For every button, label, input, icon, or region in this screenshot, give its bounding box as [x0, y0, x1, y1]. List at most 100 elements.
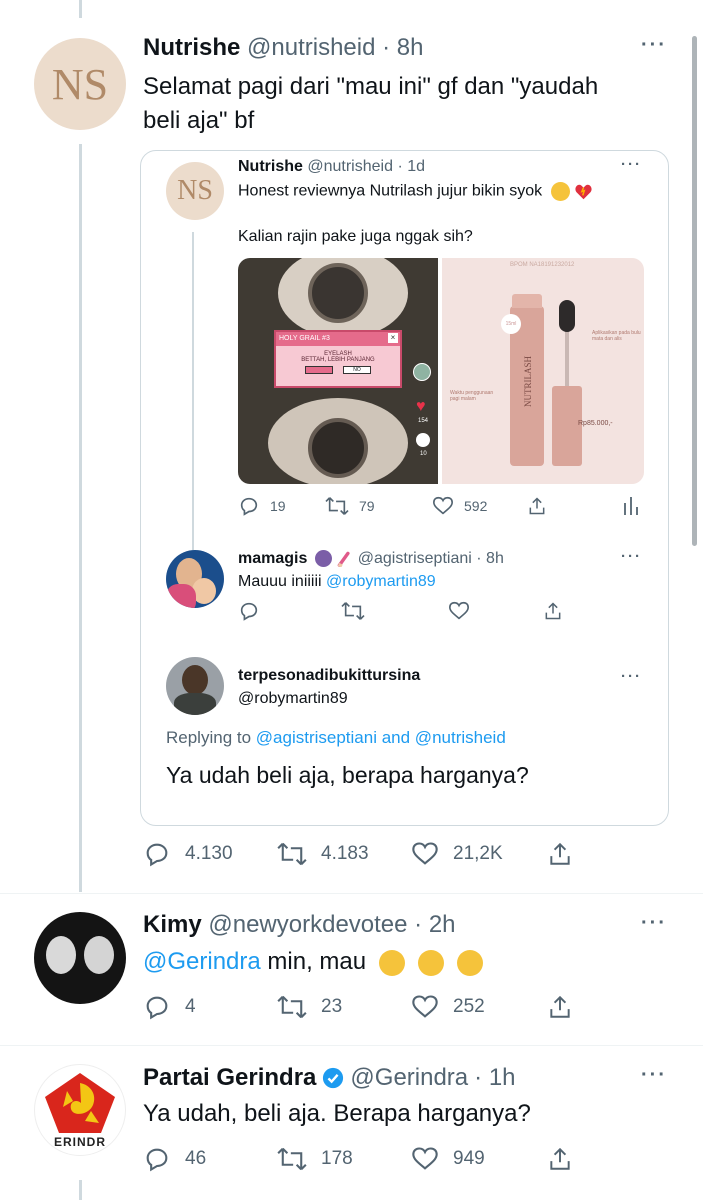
- author-name[interactable]: mamagis: [238, 550, 307, 567]
- like-count: 21,2K: [453, 843, 503, 864]
- quote-action-bar: 19 79 592: [238, 495, 644, 517]
- verified-badge-icon: [322, 1067, 344, 1089]
- author-name[interactable]: terpesonadibukittursina: [238, 667, 420, 685]
- avatar[interactable]: NS: [34, 38, 126, 130]
- more-icon[interactable]: ···: [641, 34, 667, 57]
- logo-text: ERINDR: [53, 1135, 106, 1149]
- like-button[interactable]: 252: [411, 993, 547, 1021]
- reply-count: 4: [185, 996, 196, 1017]
- tweet-time[interactable]: · 1d: [397, 158, 425, 175]
- nail-polish-emoji: [336, 550, 353, 568]
- retweet-icon: [341, 602, 365, 620]
- reply-button[interactable]: 19: [238, 495, 325, 517]
- share-button[interactable]: [547, 1145, 573, 1173]
- tweet-text: Selamat pagi dari "mau ini" gf dan "yaud…: [143, 70, 598, 138]
- author-handle[interactable]: @agistriseptiani: [358, 550, 472, 567]
- author-name[interactable]: Kimy: [143, 911, 202, 938]
- eye-iris: [308, 263, 368, 323]
- avatar-face: [182, 665, 208, 695]
- avatar[interactable]: [166, 657, 224, 715]
- author-handle[interactable]: @nutrisheid: [307, 158, 393, 175]
- avatar[interactable]: NS: [166, 162, 224, 220]
- divider: [0, 1045, 703, 1046]
- thread-line: [79, 0, 82, 18]
- more-icon[interactable]: ···: [641, 1064, 667, 1087]
- like-button[interactable]: 949: [411, 1145, 547, 1173]
- tweet-time[interactable]: · 2h: [414, 911, 455, 938]
- mention-link[interactable]: @Gerindra: [143, 948, 261, 975]
- reply-icon: [240, 602, 258, 621]
- share-icon: [550, 1147, 570, 1170]
- mascara-cap-top: [512, 294, 542, 308]
- smiling-face-emoji: [379, 949, 406, 976]
- retweet-button[interactable]: 178: [277, 1145, 411, 1173]
- quote-text-line: Honest reviewnya Nutrilash jujur bikin s…: [238, 182, 543, 200]
- side-count: 154: [418, 418, 429, 424]
- tweet-time[interactable]: · 8h: [476, 550, 504, 567]
- more-icon[interactable]: ···: [621, 668, 642, 685]
- avatar[interactable]: [166, 550, 224, 608]
- like-button[interactable]: 592: [432, 495, 527, 517]
- note-text: Aplikasikan pada bulu mata dan alis: [592, 330, 641, 342]
- dialog-text: BETTAH, LEBIH PANJANG: [301, 357, 375, 363]
- garuda-logo-icon: [43, 1071, 117, 1135]
- retweet-button[interactable]: 23: [277, 993, 411, 1021]
- retweet-count: 23: [321, 996, 343, 1017]
- tweet-time[interactable]: · 1h: [474, 1064, 515, 1092]
- reply-button[interactable]: [238, 600, 341, 622]
- replying-to-links[interactable]: @agistriseptiani and @nutrisheid: [256, 728, 506, 747]
- tweet-text: Ya udah, beli aja. Berapa harganya?: [143, 1100, 531, 1127]
- avatar[interactable]: [34, 912, 126, 1004]
- quote-header: Nutrishe @nutrisheid · 1d: [238, 158, 425, 176]
- media-image-left[interactable]: HOLY GRAIL #3 × EYELASH BETTAH, LEBIH PA…: [238, 258, 438, 484]
- tweet-header: Nutrishe @nutrisheid · 8h: [143, 34, 424, 62]
- mention-link[interactable]: @robymartin89: [326, 573, 436, 590]
- share-button[interactable]: [547, 993, 573, 1021]
- avatar-scarf: [166, 584, 196, 608]
- quoted-thread-card[interactable]: [140, 150, 669, 826]
- like-button[interactable]: [448, 600, 543, 622]
- author-name[interactable]: Nutrishe: [143, 34, 240, 61]
- reply-button[interactable]: 4.130: [143, 840, 277, 868]
- reply-button[interactable]: 46: [143, 1145, 277, 1173]
- author-handle[interactable]: @newyorkdevotee: [208, 911, 407, 938]
- tweet-time[interactable]: · 8h: [382, 34, 423, 61]
- product-label: NUTRILASH: [523, 356, 533, 407]
- author-handle[interactable]: @Gerindra: [350, 1064, 468, 1092]
- author-name[interactable]: Nutrishe: [238, 158, 303, 175]
- share-button[interactable]: [527, 495, 622, 517]
- share-icon: [529, 497, 545, 515]
- replying-label: Replying to: [166, 728, 252, 747]
- share-button[interactable]: [543, 600, 563, 622]
- tweet-action-bar: 4.130 4.183 21,2K: [143, 840, 583, 868]
- avatar[interactable]: ERINDR: [34, 1064, 126, 1156]
- share-button[interactable]: [547, 840, 573, 868]
- like-button[interactable]: 21,2K: [411, 840, 547, 868]
- author-name[interactable]: Partai Gerindra: [143, 1064, 316, 1092]
- heart-icon: [433, 496, 453, 515]
- close-icon: ×: [388, 333, 398, 343]
- heart-icon: [412, 842, 438, 865]
- more-icon[interactable]: ···: [621, 156, 642, 173]
- quote-text: Honest reviewnya Nutrilash jujur bikin s…: [238, 182, 593, 201]
- more-icon[interactable]: ···: [641, 912, 667, 935]
- like-count: 592: [464, 498, 488, 514]
- analytics-button[interactable]: [622, 495, 640, 517]
- tweet-text: @Gerindra min, mau: [143, 948, 483, 976]
- like-count: 252: [453, 996, 485, 1017]
- like-count: 949: [453, 1148, 485, 1169]
- comment-icon: [416, 433, 430, 447]
- reply-icon: [146, 996, 168, 1020]
- scrollbar[interactable]: [692, 36, 697, 546]
- author-handle[interactable]: @robymartin89: [238, 690, 348, 708]
- woman-headscarf-emoji: [314, 550, 332, 568]
- reply-icon: [146, 1148, 168, 1172]
- retweet-count: 178: [321, 1148, 353, 1169]
- media-image-right[interactable]: BPOM NA18191232012 15ml NUTRILASH Aplika…: [442, 258, 644, 484]
- more-icon[interactable]: ···: [621, 548, 642, 565]
- retweet-button[interactable]: 4.183: [277, 840, 411, 868]
- reply-button[interactable]: 4: [143, 993, 277, 1021]
- retweet-button[interactable]: 79: [325, 495, 432, 517]
- author-handle[interactable]: @nutrisheid: [247, 34, 375, 61]
- retweet-button[interactable]: [341, 600, 448, 622]
